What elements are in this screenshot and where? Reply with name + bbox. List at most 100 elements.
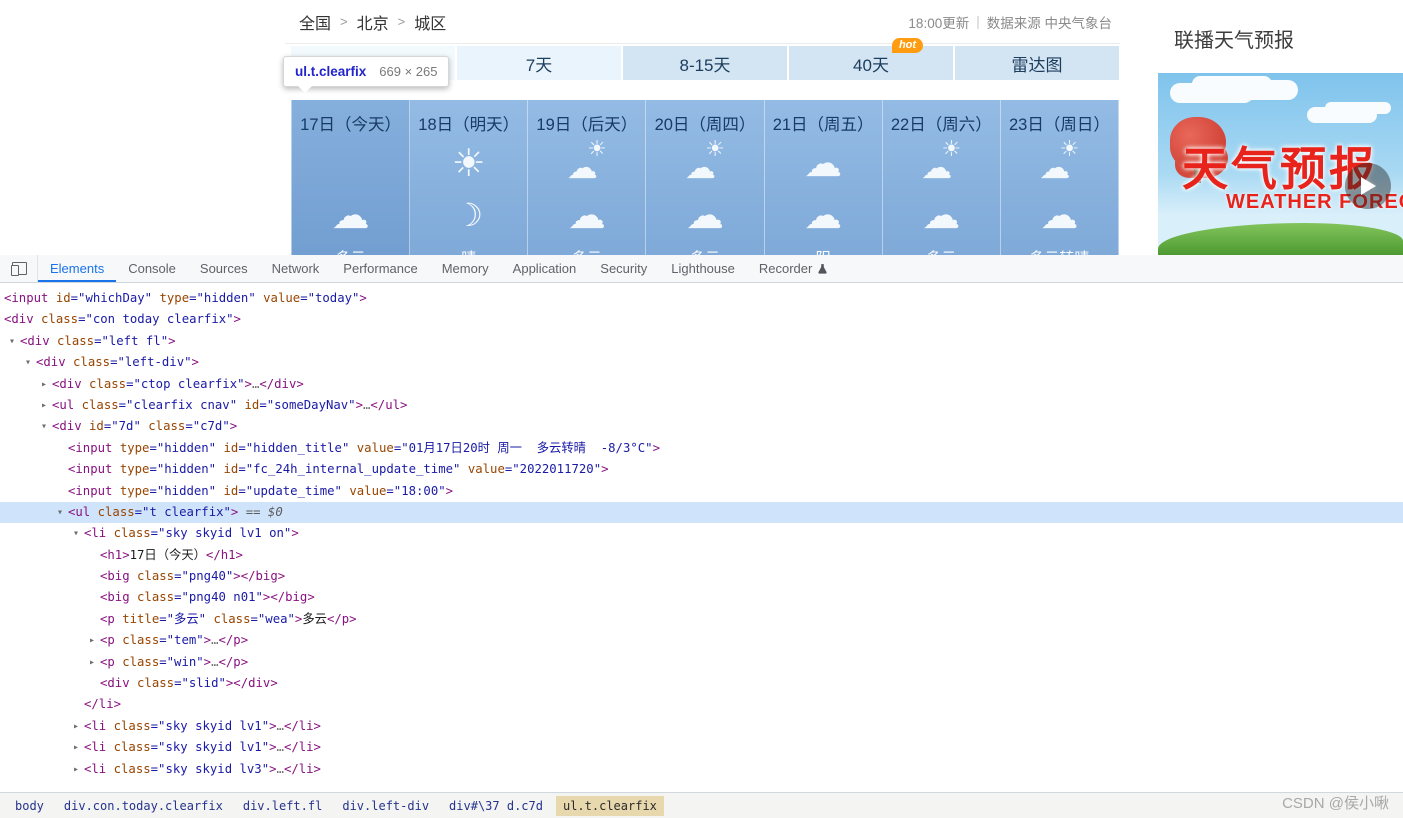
- forecast-days: 17日（今天）☁多云18日（明天）☀☽晴19日（后天）☀☁☁多云20日（周四）☀…: [291, 100, 1119, 255]
- forecast-day-weather: 多云: [646, 247, 763, 255]
- weather-tab[interactable]: 7天: [457, 46, 621, 80]
- tree-row[interactable]: ▸ <li class="sky skyid lv3">…</li>: [0, 759, 1403, 780]
- devtools-tabs: Elements Console Sources Network Performance…: [38, 255, 840, 282]
- tree-row[interactable]: ▾ <ul class="t clearfix"> == $0: [0, 501, 1403, 524]
- devtools-tab-label: Sources: [199, 261, 248, 276]
- site-breadcrumb-item[interactable]: 全国: [299, 10, 331, 34]
- forecast-day[interactable]: 18日（明天） ☀ ☽ 晴: [410, 100, 529, 255]
- weather-tab[interactable]: 雷达图: [955, 46, 1119, 80]
- expand-arrow-icon[interactable]: ▸: [86, 652, 98, 673]
- tree-row[interactable]: <div class="con today clearfix">: [0, 309, 1403, 330]
- update-divider: |: [976, 14, 980, 29]
- collapse-arrow-icon[interactable]: ▾: [22, 352, 34, 373]
- forecast-day[interactable]: 17日（今天） ☁ 多云: [291, 100, 411, 255]
- inspect-tooltip-dimensions: 669 × 265: [379, 64, 438, 79]
- devtools-tab-label: Security: [600, 261, 648, 276]
- dom-breadcrumb-item[interactable]: div.con.today.clearfix: [57, 796, 230, 816]
- dom-breadcrumb-item[interactable]: div.left-div: [335, 796, 436, 816]
- forecast-day[interactable]: 19日（后天）☀☁☁多云: [528, 100, 647, 255]
- cloud-icon: ☁: [685, 194, 724, 237]
- devtools-tab-sources[interactable]: Sources: [188, 255, 260, 282]
- device-toolbar-icon: [10, 261, 27, 276]
- toggle-device-toolbar-button[interactable]: [0, 255, 38, 282]
- cloud-icon: ☁: [684, 150, 716, 185]
- cloud-icon: ☁: [804, 142, 843, 185]
- tree-row[interactable]: <input type="hidden" id="hidden_title" v…: [0, 438, 1403, 459]
- devtools-toolbar: Elements Console Sources Network Performance…: [0, 255, 1403, 283]
- tree-row[interactable]: <p title="多云" class="wea">多云</p>: [0, 609, 1403, 630]
- sun-cloud-icon: ☀ ☁: [1001, 136, 1118, 186]
- tree-row[interactable]: ▾ <div class="left-div">: [0, 352, 1403, 373]
- devtools-tab-application[interactable]: Application: [501, 255, 589, 282]
- sun-cloud-icon: ☀ ☁: [564, 136, 610, 185]
- expand-arrow-icon[interactable]: ▸: [70, 759, 82, 780]
- expand-arrow-icon[interactable]: ▸: [38, 374, 50, 395]
- cloud-icon: ☁: [331, 194, 370, 237]
- tree-row[interactable]: ▸ <li class="sky skyid lv1">…</li>: [0, 737, 1403, 758]
- dom-breadcrumb-item[interactable]: div#\37 d.c7d: [442, 796, 550, 816]
- tree-row[interactable]: <big class="png40"></big>: [0, 566, 1403, 587]
- dom-breadcrumb-item[interactable]: body: [8, 796, 51, 816]
- tree-row[interactable]: ▸ <ul class="clearfix cnav" id="someDayNa…: [0, 395, 1403, 416]
- devtools-tab-label: Elements: [50, 261, 105, 276]
- video-thumbnail[interactable]: 天气预报 WEATHER FOREC: [1158, 73, 1403, 255]
- site-breadcrumb-item[interactable]: 北京: [357, 10, 389, 34]
- forecast-day[interactable]: 23日（周日）☀☁☁多云转晴: [1000, 100, 1119, 255]
- forecast-day-weather: 多云: [292, 247, 409, 255]
- devtools-tab-memory[interactable]: Memory: [430, 255, 501, 282]
- tree-row[interactable]: <input type="hidden" id="fc_24h_internal…: [0, 459, 1403, 480]
- dom-breadcrumb-item[interactable]: div.left.fl: [236, 796, 329, 816]
- devtools-tab-network[interactable]: Network: [260, 255, 332, 282]
- forecast-day[interactable]: 22日（周六）☀☁☁多云: [882, 100, 1001, 255]
- forecast-day[interactable]: 21日（周五） ☁ ☁ 阴: [764, 100, 883, 255]
- expand-arrow-icon[interactable]: ▸: [38, 395, 50, 416]
- devtools-tab-security[interactable]: Security: [588, 255, 659, 282]
- forecast-day-weather: 多云: [528, 247, 645, 255]
- devtools-tab-lighthouse[interactable]: Lighthouse: [659, 255, 747, 282]
- tree-row[interactable]: ▸ <p class="tem">…</p>: [0, 630, 1403, 651]
- update-time: 18:00更新: [908, 15, 970, 31]
- play-icon: [1361, 177, 1385, 195]
- collapse-arrow-icon[interactable]: ▾: [38, 416, 50, 437]
- sun-cloud-icon: ☀ ☁: [918, 136, 964, 185]
- devtools-tab-label: Memory: [441, 261, 489, 276]
- broadcast-panel: 联播天气预报 天气预报 WEATHER FOREC: [1158, 0, 1403, 255]
- devtools-tab-performance[interactable]: Performance: [331, 255, 429, 282]
- forecast-day[interactable]: 20日（周四）☀☁☁多云: [646, 100, 765, 255]
- tree-row[interactable]: <input type="hidden" id="update_time" va…: [0, 481, 1403, 502]
- tree-row[interactable]: <h1>17日（今天）</h1>: [0, 545, 1403, 566]
- weather-tab[interactable]: 40天 hot: [789, 37, 953, 80]
- tree-row[interactable]: ▸ <p class="win">…</p>: [0, 652, 1403, 673]
- tree-row[interactable]: ▾ <div class="left fl">: [0, 331, 1403, 352]
- play-button[interactable]: [1345, 163, 1391, 209]
- devtools-tab-label: Performance: [343, 261, 418, 276]
- tree-row[interactable]: ▸ <li class="sky skyid lv1">…</li>: [0, 716, 1403, 737]
- tree-row[interactable]: <big class="png40 n01"></big>: [0, 587, 1403, 608]
- devtools-panel: Elements Console Sources Network Performance…: [0, 255, 1403, 818]
- cloud-decoration: [1170, 83, 1254, 103]
- tree-row[interactable]: <div class="slid"></div>: [0, 673, 1403, 694]
- cloud-icon: ☁: [921, 150, 953, 185]
- dom-breadcrumb-item[interactable]: ul.t.clearfix: [555, 795, 664, 816]
- devtools-tab-recorder[interactable]: Recorder: [747, 255, 840, 282]
- weather-tab[interactable]: 8-15天: [623, 46, 787, 80]
- expand-arrow-icon[interactable]: ▸: [70, 716, 82, 737]
- devtools-tab-elements[interactable]: Elements: [38, 255, 116, 282]
- devtools-tab-label: Console: [128, 261, 176, 276]
- tree-row[interactable]: <input id="whichDay" type="hidden" value…: [0, 288, 1403, 309]
- devtools-tab-label: Lighthouse: [671, 261, 735, 276]
- site-breadcrumb-item[interactable]: 城区: [414, 10, 446, 34]
- tree-row[interactable]: ▾ <div id="7d" class="c7d">: [0, 416, 1403, 437]
- tree-row[interactable]: ▾ <li class="sky skyid lv1 on">: [0, 523, 1403, 544]
- cloud-icon: ☁: [566, 150, 598, 185]
- devtools-tab-label: Recorder: [758, 261, 813, 276]
- expand-arrow-icon[interactable]: ▸: [70, 737, 82, 758]
- collapse-arrow-icon[interactable]: ▾: [54, 502, 66, 523]
- expand-arrow-icon[interactable]: ▸: [86, 630, 98, 651]
- collapse-arrow-icon[interactable]: ▾: [6, 331, 18, 352]
- tree-row[interactable]: </li>: [0, 694, 1403, 715]
- tree-row[interactable]: ▸ <div class="ctop clearfix">…</div>: [0, 374, 1403, 395]
- hot-badge: hot: [891, 37, 924, 53]
- collapse-arrow-icon[interactable]: ▾: [70, 523, 82, 544]
- devtools-tab-console[interactable]: Console: [116, 255, 188, 282]
